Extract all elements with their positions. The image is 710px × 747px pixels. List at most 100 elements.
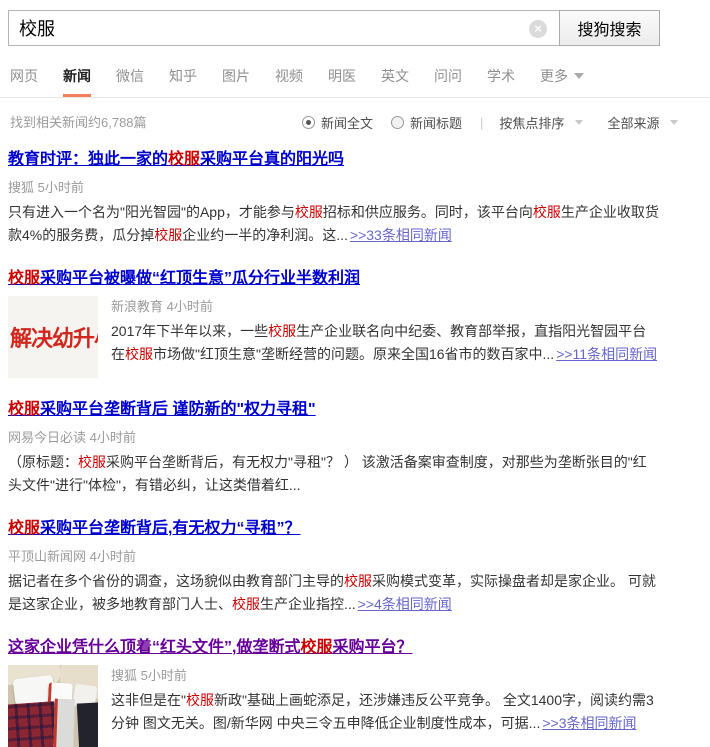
result-source-time: 搜狐 5小时前 [8, 179, 660, 197]
result-content: 平顶山新闻网 4小时前据记者在多个省份的调查，这场貌似由教育部门主导的校服采购模… [8, 546, 660, 616]
highlighted-keyword: 校服 [8, 401, 40, 418]
result-title-link[interactable]: 校服采购平台被曝做“红顶生意”瓜分行业半数利润 [8, 270, 360, 287]
result-body: 搜狐 5小时前这非但是在"校服新政"基础上画蛇添足，还涉嫌违反公平竞争。 全文1… [8, 665, 660, 747]
radio-news-title[interactable]: 新闻标题 [391, 113, 462, 132]
tab-视频[interactable]: 视频 [275, 66, 303, 97]
source-label: 全部来源 [607, 113, 659, 132]
result-source-time: 新浪教育 4小时前 [111, 298, 660, 316]
tab-label: 视频 [275, 68, 303, 84]
chevron-down-icon [574, 73, 584, 79]
tab-更多[interactable]: 更多 [540, 66, 584, 97]
radio-news-fulltext[interactable]: 新闻全文 [302, 113, 373, 132]
text-segment: 2017年下半年以来，一些 [111, 323, 268, 339]
sort-dropdown[interactable]: 按焦点排序 [499, 113, 583, 132]
result-body: 解决幼升小新浪教育 4小时前2017年下半年以来，一些校服生产企业联名向中纪委、… [8, 296, 660, 378]
result-thumbnail[interactable] [8, 665, 98, 747]
tab-label: 英文 [381, 68, 409, 84]
uniform-photo-shape [77, 702, 98, 747]
highlighted-keyword: 校服 [168, 151, 200, 168]
highlighted-keyword: 校服 [186, 692, 214, 708]
text-segment: 教育时评：独此一家的 [8, 151, 168, 168]
highlighted-keyword: 校服 [8, 520, 40, 537]
result-thumbnail[interactable]: 解决幼升小 [8, 296, 98, 378]
text-segment: 采购平台真的阳光吗 [200, 151, 344, 168]
result-snippet: （原标题：校服采购平台垄断背后，有无权力"寻租"？ ） 该激活备案审查制度，对那… [8, 451, 660, 497]
text-segment: 据记者在多个省份的调查，这场貌似由教育部门主导的 [8, 573, 344, 589]
highlighted-keyword: 校服 [125, 346, 153, 362]
text-segment: 这家企业凭什么顶着“红头文件”,做垄断式 [8, 639, 300, 656]
similar-news-link[interactable]: >>4条相同新闻 [358, 596, 452, 612]
highlighted-keyword: 校服 [295, 204, 323, 220]
tab-label: 明医 [328, 68, 356, 84]
text-segment: 只有进入一个名为"阳光智园"的App，才能参与 [8, 204, 295, 220]
result-snippet: 只有进入一个名为"阳光智园"的App，才能参与校服招标和供应服务。同时，该平台向… [8, 201, 660, 247]
similar-news-link[interactable]: >>33条相同新闻 [350, 227, 452, 243]
radio-checked-icon[interactable] [302, 116, 315, 129]
result-title-link[interactable]: 这家企业凭什么顶着“红头文件”,做垄断式校服采购平台？ [8, 639, 412, 656]
results-bar: 找到相关新闻约6,788篇 新闻全文 新闻标题 | 按焦点排序 全部来源 [10, 113, 710, 133]
tab-新闻[interactable]: 新闻 [63, 66, 91, 97]
source-dropdown[interactable]: 全部来源 [607, 113, 678, 132]
text-segment: 采购平台？ [332, 639, 412, 656]
search-result: 校服采购平台垄断背后 谨防新的"权力寻租"网易今日必读 4小时前（原标题：校服采… [8, 399, 660, 497]
text-segment: 市场做"红顶生意"垄断经营的问题。原来全国16省市的数百家中... [153, 346, 554, 362]
tab-英文[interactable]: 英文 [381, 66, 409, 97]
highlighted-keyword: 校服 [232, 596, 260, 612]
text-segment: 生产企业指控... [260, 596, 356, 612]
similar-news-link[interactable]: >>3条相同新闻 [542, 715, 636, 731]
highlighted-keyword: 校服 [344, 573, 372, 589]
tab-label: 学术 [487, 68, 515, 84]
thumbnail-text: 解决幼升小 [8, 321, 98, 353]
search-header: × 搜狗搜索 [0, 0, 710, 46]
text-segment: 采购平台垄断背后 谨防新的"权力寻租" [40, 401, 316, 418]
highlighted-keyword: 校服 [78, 454, 106, 470]
text-segment: 采购平台垄断背后,有无权力“寻租”？ [40, 520, 300, 537]
search-button[interactable]: 搜狗搜索 [559, 10, 660, 46]
tab-知乎[interactable]: 知乎 [169, 66, 197, 97]
text-segment: 企业约一半的净利润。这... [182, 227, 348, 243]
tab-label: 微信 [116, 68, 144, 84]
search-result: 这家企业凭什么顶着“红头文件”,做垄断式校服采购平台？搜狐 5小时前这非但是在"… [8, 637, 660, 747]
clear-search-icon[interactable]: × [529, 20, 547, 38]
result-content: 搜狐 5小时前这非但是在"校服新政"基础上画蛇添足，还涉嫌违反公平竞争。 全文1… [111, 665, 660, 747]
sort-label: 按焦点排序 [499, 113, 564, 132]
radio-fulltext-label: 新闻全文 [321, 113, 373, 132]
search-result: 校服采购平台被曝做“红顶生意”瓜分行业半数利润解决幼升小新浪教育 4小时前201… [8, 268, 660, 378]
highlighted-keyword: 校服 [268, 323, 296, 339]
tab-问问[interactable]: 问问 [434, 66, 462, 97]
result-content: 搜狐 5小时前只有进入一个名为"阳光智园"的App，才能参与校服招标和供应服务。… [8, 177, 660, 247]
result-body: 搜狐 5小时前只有进入一个名为"阳光智园"的App，才能参与校服招标和供应服务。… [8, 177, 660, 247]
text-segment: 这非但是在" [111, 692, 186, 708]
nav-tabs: 网页 新闻 微信 知乎 图片 视频 明医 英文 问问 学术 更多 [0, 66, 710, 98]
result-body: 平顶山新闻网 4小时前据记者在多个省份的调查，这场貌似由教育部门主导的校服采购模… [8, 546, 660, 616]
highlighted-keyword: 校服 [533, 204, 561, 220]
search-result: 教育时评：独此一家的校服采购平台真的阳光吗搜狐 5小时前只有进入一个名为"阳光智… [8, 149, 660, 247]
tab-网页[interactable]: 网页 [10, 66, 38, 97]
tab-图片[interactable]: 图片 [222, 66, 250, 97]
result-snippet: 据记者在多个省份的调查，这场貌似由教育部门主导的校服采购模式变革，实际操盘者却是… [8, 570, 660, 616]
result-count: 找到相关新闻约6,788篇 [10, 115, 147, 130]
result-title-link[interactable]: 校服采购平台垄断背后 谨防新的"权力寻租" [8, 401, 316, 418]
highlighted-keyword: 校服 [8, 270, 40, 287]
tab-学术[interactable]: 学术 [487, 66, 515, 97]
tab-label: 知乎 [169, 68, 197, 84]
uniform-photo-shape [8, 701, 58, 747]
uniform-photo-shape [53, 699, 75, 747]
radio-unchecked-icon[interactable] [391, 116, 404, 129]
search-input[interactable] [9, 11, 559, 45]
result-title-link[interactable]: 校服采购平台垄断背后,有无权力“寻租”？ [8, 520, 300, 537]
radio-title-label: 新闻标题 [410, 113, 462, 132]
highlighted-keyword: 校服 [154, 227, 182, 243]
result-content: 新浪教育 4小时前2017年下半年以来，一些校服生产企业联名向中纪委、教育部举报… [111, 296, 660, 378]
similar-news-link[interactable]: >>11条相同新闻 [556, 346, 657, 362]
text-segment: 采购平台被曝做“红顶生意”瓜分行业半数利润 [40, 270, 360, 287]
tab-明医[interactable]: 明医 [328, 66, 356, 97]
tab-label: 网页 [10, 68, 38, 84]
result-snippet: 这非但是在"校服新政"基础上画蛇添足，还涉嫌违反公平竞争。 全文1400字，阅读… [111, 689, 660, 735]
result-source-time: 平顶山新闻网 4小时前 [8, 548, 660, 566]
search-result: 校服采购平台垄断背后,有无权力“寻租”？平顶山新闻网 4小时前据记者在多个省份的… [8, 518, 660, 616]
result-title-link[interactable]: 教育时评：独此一家的校服采购平台真的阳光吗 [8, 151, 344, 168]
tab-label: 更多 [540, 68, 568, 84]
search-box: × [8, 10, 559, 46]
tab-微信[interactable]: 微信 [116, 66, 144, 97]
